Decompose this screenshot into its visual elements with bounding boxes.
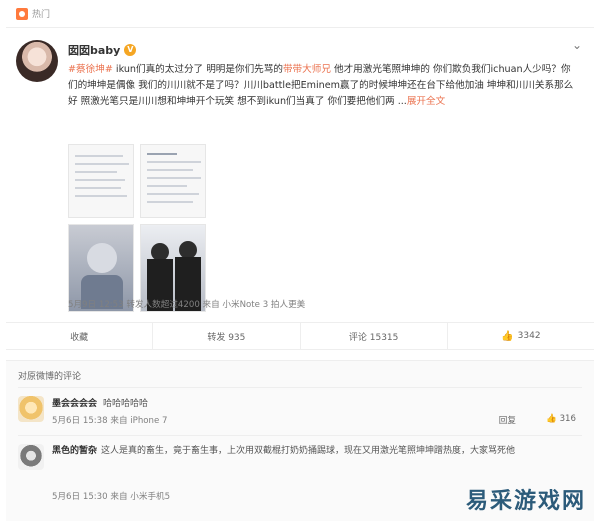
action-bar: 收藏 转发 935 评论 15315 👍 3342: [6, 322, 594, 350]
like-button[interactable]: 👍 3342: [448, 323, 594, 349]
commenter-avatar[interactable]: [18, 444, 44, 470]
favorite-button[interactable]: 收藏: [6, 323, 154, 349]
comment-time: 5月6日 15:30 来自 小米手机5: [52, 492, 171, 502]
reply-button[interactable]: 回复: [499, 414, 516, 426]
watermark: 易采游戏网: [465, 488, 586, 514]
comment-item: 墨会会会会 哈哈哈哈哈 5月6日 15:38 来自 iPhone 7 回复 👍 3…: [18, 387, 582, 429]
comment-text: 这人是真的畜生，竟于畜生事，上次用双截棍打奶奶捅踢球，现在又用激光笔照坤坤蹭热度…: [101, 446, 516, 456]
hot-icon: [16, 7, 28, 20]
commenter-avatar[interactable]: [18, 396, 44, 422]
comment-line: 墨会会会会 哈哈哈哈哈: [52, 396, 148, 409]
image-thumbnail[interactable]: [68, 144, 134, 218]
commenter-name[interactable]: 墨会会会会: [52, 399, 97, 409]
comment-time: 5月6日 15:38 来自 iPhone 7: [52, 416, 168, 426]
expand-full-text-link[interactable]: 展开全文: [407, 96, 445, 107]
username-row: 囡囡baby V: [68, 42, 137, 58]
hot-label: 热门: [32, 10, 51, 20]
post-text: #蔡徐坤# ikun们真的太过分了 明明是你们先骂的带带大师兄 他才用激光笔照坤…: [68, 62, 578, 110]
hashtag-link[interactable]: #蔡徐坤#: [68, 64, 113, 75]
chevron-down-icon[interactable]: ⌄: [572, 38, 582, 52]
comment-text: 哈哈哈哈哈: [103, 399, 149, 409]
comments-title: 对原微博的评论: [18, 372, 82, 382]
comment-like-button[interactable]: 👍 316: [546, 414, 576, 424]
thumbs-up-icon: 👍: [546, 414, 557, 424]
avatar[interactable]: [16, 40, 58, 82]
repost-button[interactable]: 转发 935: [153, 323, 301, 349]
hot-section-header: 热门: [6, 0, 594, 28]
commenter-name[interactable]: 黑色的暂杂: [52, 446, 97, 456]
comment-line: 黑色的暂杂 这人是真的畜生，竟于畜生事，上次用双截棍打奶奶捅踢球，现在又用激光笔照…: [52, 444, 572, 458]
post-meta: 5月9日 12:53 转发人数超过4200 来自 小米Note 3 拍人更美: [68, 300, 306, 310]
thumbs-up-icon: 👍: [501, 330, 514, 342]
comment-button[interactable]: 评论 15315: [301, 323, 448, 349]
post: 囡囡baby V ⌄ #蔡徐坤# ikun们真的太过分了 明明是你们先骂的带带大…: [6, 28, 594, 318]
username[interactable]: 囡囡baby: [68, 42, 120, 58]
weibo-post-card: 热门 囡囡baby V ⌄ #蔡徐坤# ikun们真的太过分了 明明是你们先骂的…: [6, 0, 594, 521]
post-text-segment: ikun们真的太过分了 明明是你们先骂的: [112, 64, 283, 75]
image-thumbnail[interactable]: [140, 144, 206, 218]
mention-link[interactable]: 带带大师兄: [283, 64, 331, 75]
image-grid: [68, 144, 408, 320]
verified-badge: V: [124, 44, 137, 56]
